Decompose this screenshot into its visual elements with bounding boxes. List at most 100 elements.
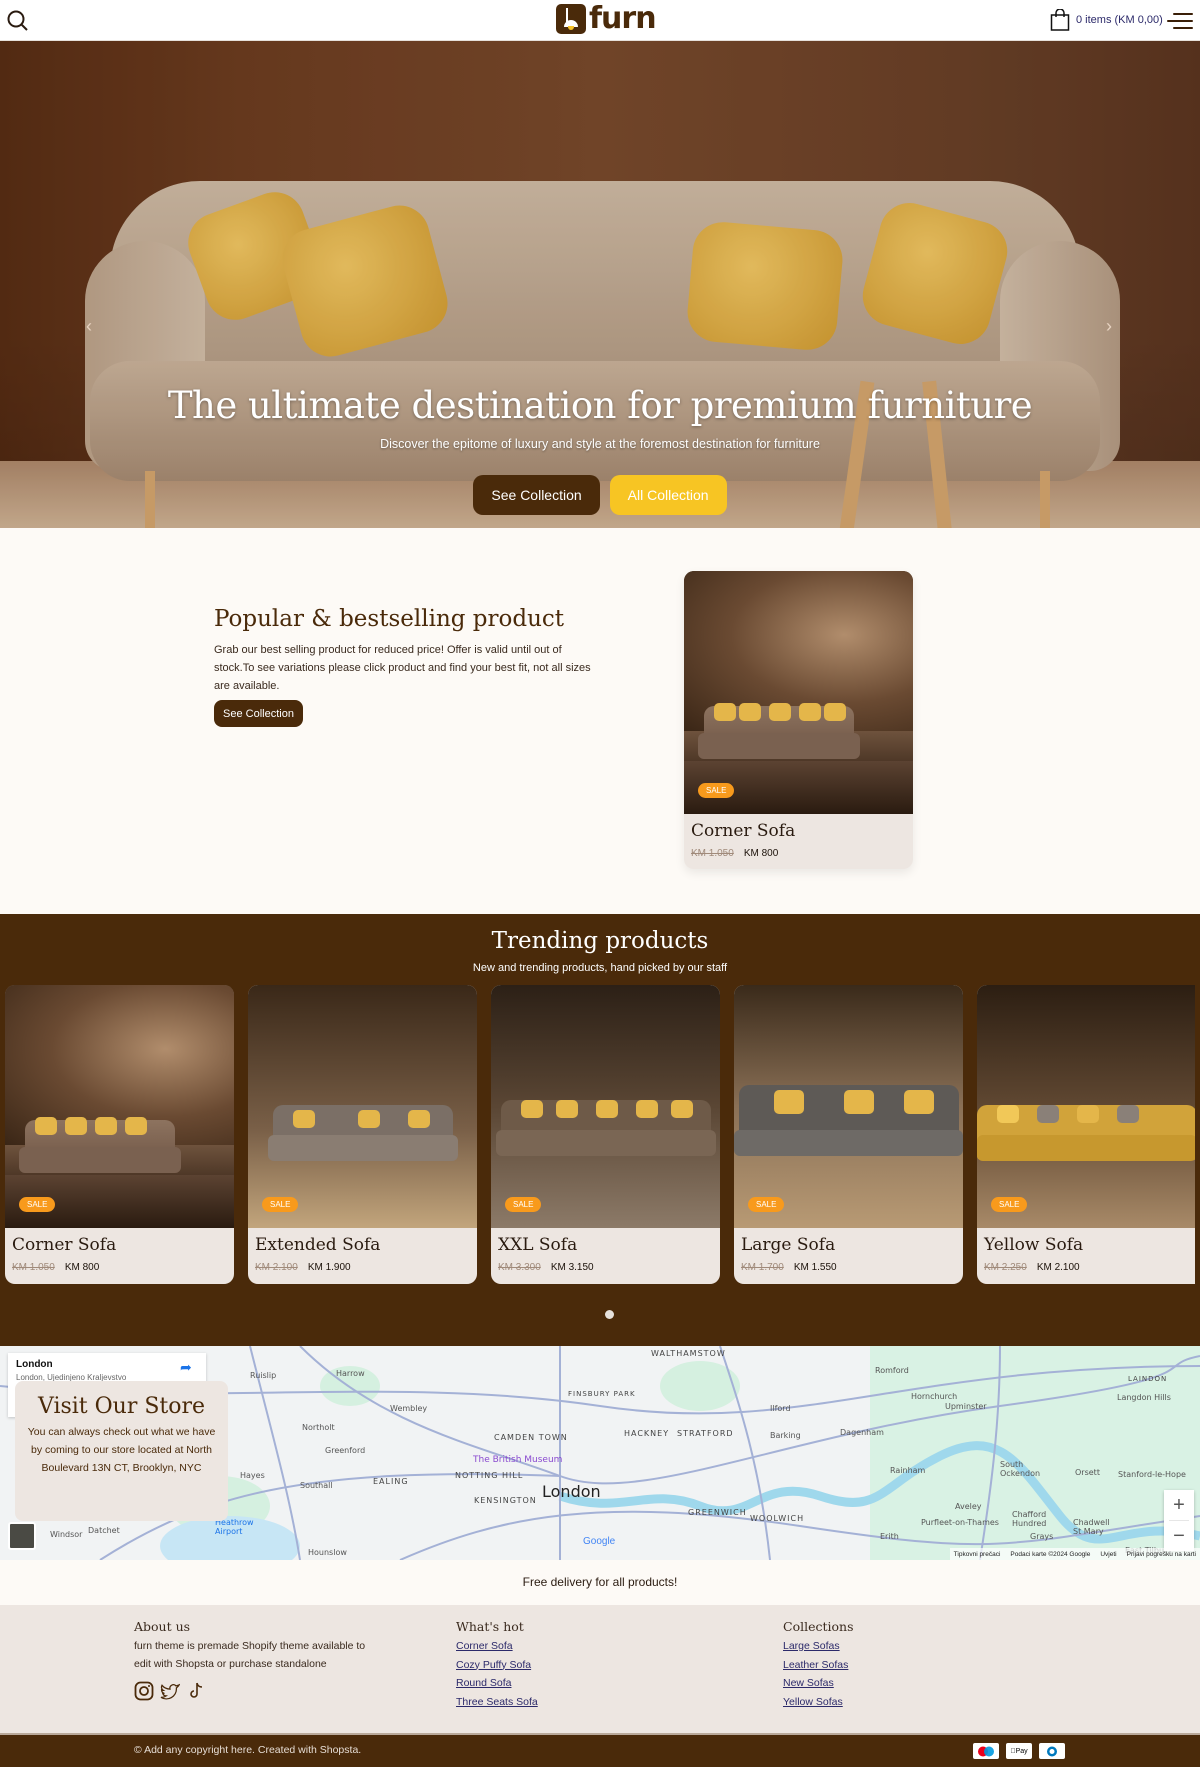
hero-buttons: See Collection All Collection [0, 475, 1200, 515]
footer-collections-title: Collections [783, 1619, 854, 1634]
product-price: KM 2.100 KM 1.900 [255, 1262, 351, 1273]
product-name: Extended Sofa [255, 1235, 381, 1255]
social-links [134, 1681, 384, 1701]
hero-subtitle: Discover the epitome of luxury and style… [380, 437, 820, 451]
zoom-in-button[interactable]: + [1164, 1490, 1194, 1520]
trending-subtitle: New and trending products, hand picked b… [472, 962, 728, 974]
sale-badge: SALE [698, 783, 735, 798]
footer-link-corner-sofa[interactable]: Corner Sofa [456, 1637, 538, 1656]
all-collection-button[interactable]: All Collection [609, 475, 727, 515]
report-error-link[interactable]: Prijavi pogrešku na karti [1127, 1551, 1196, 1558]
map-label: WALTHAMSTOW [651, 1349, 726, 1358]
footer-collections: Collections Large Sofas Leather Sofas Ne… [783, 1619, 854, 1711]
product-card[interactable]: SALE Yellow Sofa KM 2.250 KM 2.100 [977, 985, 1195, 1284]
map-label: STRATFORD [677, 1429, 734, 1438]
instagram-icon[interactable] [134, 1681, 154, 1701]
footer-link-leather-sofas[interactable]: Leather Sofas [783, 1656, 854, 1675]
visit-store-text: You can always check out what we have by… [27, 1426, 216, 1474]
sale-price: KM 3.150 [550, 1262, 594, 1273]
prev-slide-arrow[interactable]: ‹ [86, 316, 92, 337]
menu-icon[interactable] [1167, 12, 1193, 30]
product-image: SALE [491, 985, 720, 1228]
product-image: SALE [5, 985, 234, 1228]
footer-whats-hot: What's hot Corner Sofa Cozy Puffy Sofa R… [456, 1619, 538, 1711]
hero-overlay [0, 41, 1200, 528]
map-label: Romford [875, 1366, 909, 1375]
cart-button[interactable]: 0 items (KM 0,00) [1050, 9, 1163, 31]
map-label: Hornchurch [911, 1392, 958, 1401]
see-collection-button[interactable]: See Collection [473, 475, 600, 515]
map-label: CAMDEN TOWN [494, 1433, 568, 1442]
product-price: KM 1.050 KM 800 [12, 1262, 99, 1273]
footer-link-three-seats-sofa[interactable]: Three Seats Sofa [456, 1693, 538, 1712]
map-label: Barking [770, 1431, 801, 1440]
footer-link-cozy-puffy-sofa[interactable]: Cozy Puffy Sofa [456, 1656, 538, 1675]
product-image: SALE [684, 571, 913, 814]
footer-link-round-sofa[interactable]: Round Sofa [456, 1674, 538, 1693]
footer-link-yellow-sofas[interactable]: Yellow Sofas [783, 1693, 854, 1712]
map-label: Hayes [240, 1471, 265, 1480]
logo-text: furn [589, 1, 657, 36]
satellite-toggle[interactable] [8, 1522, 36, 1550]
site-header: furn 0 items (KM 0,00) [0, 0, 1200, 41]
map-label: FINSBURY PARK [568, 1390, 636, 1398]
product-name: Corner Sofa [691, 821, 796, 841]
footer-hot-title: What's hot [456, 1619, 524, 1634]
sale-badge: SALE [991, 1197, 1028, 1212]
original-price: KM 2.100 [255, 1262, 298, 1273]
product-price: KM 3.300 KM 3.150 [498, 1262, 594, 1273]
product-card[interactable]: SALE Extended Sofa KM 2.100 KM 1.900 [248, 985, 477, 1284]
product-card[interactable]: SALE Corner Sofa KM 1.050 KM 800 [684, 571, 913, 869]
site-logo[interactable]: furn [556, 1, 657, 36]
footer-bottom-bar: © Add any copyright here. Created with S… [0, 1733, 1200, 1767]
search-icon[interactable] [6, 9, 30, 33]
directions-icon[interactable]: ➦ [180, 1359, 192, 1376]
terms-link[interactable]: Uvjeti [1100, 1551, 1116, 1558]
copyright-text: © Add any copyright here. Created with S… [134, 1744, 362, 1756]
apple-pay-icon: Pay [1006, 1743, 1032, 1759]
product-image: SALE [248, 985, 477, 1228]
map-label: EALING [373, 1477, 409, 1486]
trending-section: Trending products New and trending produ… [0, 914, 1200, 1346]
trending-title: Trending products [491, 928, 709, 954]
product-image: SALE [977, 985, 1195, 1228]
sale-price: KM 1.900 [307, 1262, 351, 1273]
map-label: KENSINGTON [474, 1496, 537, 1505]
product-card[interactable]: SALE Corner Sofa KM 1.050 KM 800 [5, 985, 234, 1284]
product-name: Corner Sofa [12, 1235, 117, 1255]
popular-title: Popular & bestselling product [214, 606, 565, 632]
map-label: HACKNEY [624, 1429, 670, 1438]
original-price: KM 1.700 [741, 1262, 784, 1273]
place-name: London [16, 1359, 53, 1370]
product-image: SALE [734, 985, 963, 1228]
map-label: Grays [1030, 1532, 1054, 1541]
zoom-out-button[interactable]: − [1164, 1521, 1194, 1551]
carousel-dot[interactable] [605, 1310, 614, 1319]
map-label: Upminster [945, 1402, 987, 1411]
footer-link-new-sofas[interactable]: New Sofas [783, 1674, 854, 1693]
map-label: Ruislip [250, 1371, 277, 1380]
map-label: Hounslow [308, 1548, 347, 1557]
next-slide-arrow[interactable]: › [1106, 316, 1112, 337]
sale-badge: SALE [505, 1197, 542, 1212]
map-label: Datchet [88, 1526, 120, 1535]
map-label: Southall [300, 1481, 333, 1490]
map-label: Harrow [336, 1369, 365, 1378]
product-name: Large Sofa [741, 1235, 836, 1255]
keyboard-shortcuts-link[interactable]: Tipkovni prečaci [954, 1551, 1001, 1558]
popular-see-collection-button[interactable]: See Collection [214, 700, 303, 727]
popular-description: Grab our best selling product for reduce… [214, 644, 591, 692]
product-card[interactable]: SALE Large Sofa KM 1.700 KM 1.550 [734, 985, 963, 1284]
footer-link-large-sofas[interactable]: Large Sofas [783, 1637, 854, 1656]
product-price: KM 2.250 KM 2.100 [984, 1262, 1080, 1273]
store-map[interactable]: WALTHAMSTOW FINSBURY PARK Harrow Ruislip… [0, 1346, 1200, 1560]
twitter-icon[interactable] [160, 1681, 180, 1701]
map-data-text: Podaci karte ©2024 Google [1010, 1550, 1091, 1558]
map-label: LAINDON [1128, 1375, 1168, 1383]
map-label: Dagenham [840, 1428, 884, 1437]
footer-about: About us furn theme is premade Shopify t… [134, 1619, 384, 1701]
product-card[interactable]: SALE XXL Sofa KM 3.300 KM 3.150 [491, 985, 720, 1284]
tiktok-icon[interactable] [186, 1681, 206, 1701]
map-poi-british-museum[interactable]: The British Museum [473, 1455, 562, 1465]
shopping-bag-icon [1050, 9, 1070, 31]
